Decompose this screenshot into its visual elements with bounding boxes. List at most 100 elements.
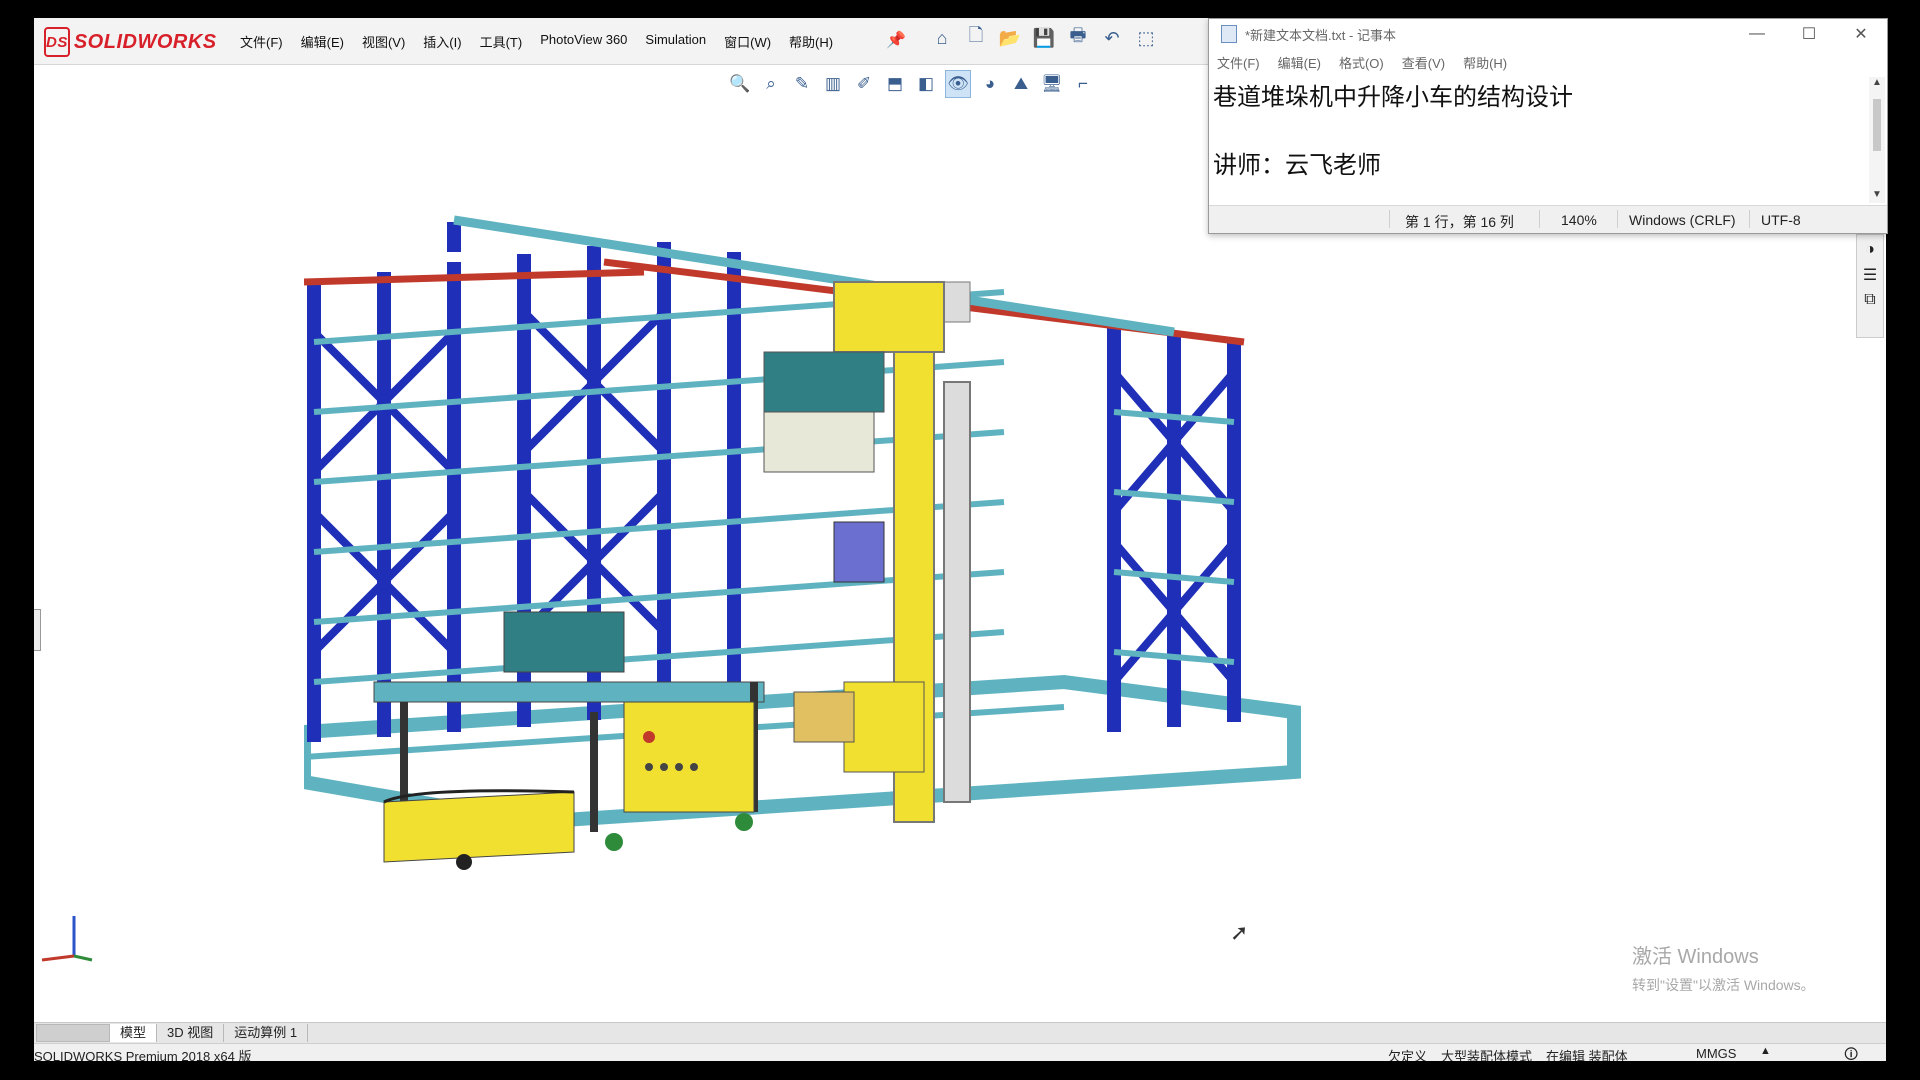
electrical-cabinet <box>623 701 755 813</box>
status-bar: SOLIDWORKS Premium 2018 x64 版 欠定义 大型装配体模… <box>34 1043 1886 1061</box>
notepad-menu: 文件(F) 编辑(E) 格式(O) 查看(V) 帮助(H) <box>1217 53 1507 72</box>
menu-edit[interactable]: 编辑(E) <box>301 32 344 51</box>
coordinate-triad-icon <box>41 916 93 962</box>
np-menu-help[interactable]: 帮助(H) <box>1463 53 1507 72</box>
notepad-app-icon <box>1221 25 1237 43</box>
mouse-cursor-icon: ➚ <box>1230 920 1249 945</box>
help-icon[interactable]: 🛈 <box>1844 1044 1858 1061</box>
zoom-area-icon[interactable]: ⌕ <box>759 71 783 97</box>
menu-simulation[interactable]: Simulation <box>645 32 706 51</box>
tab-3d-views[interactable]: 3D 视图 <box>157 1024 225 1042</box>
mast-guide <box>943 381 971 803</box>
cart-bin <box>503 611 625 673</box>
tab-model[interactable]: 模型 <box>110 1024 158 1042</box>
windows-activation-watermark: 激活 Windows 转到"设置"以激活 Windows。 <box>1632 940 1815 995</box>
np-menu-format[interactable]: 格式(O) <box>1339 53 1384 72</box>
dynamic-annotation-icon[interactable]: ✐ <box>852 71 876 97</box>
document-tabs: 模型 3D 视图 运动算例 1 <box>34 1022 1886 1043</box>
section-view-icon[interactable]: ▥ <box>821 71 845 97</box>
notepad-title: *新建文本文档.txt - 记事本 <box>1245 27 1396 43</box>
graphics-area[interactable]: ➚ 激活 Windows 转到"设置"以激活 Windows。 <box>34 104 1886 1032</box>
apply-scene-icon[interactable]: ⛰ <box>1009 71 1033 97</box>
unit-system[interactable]: MMGS <box>1696 1046 1736 1061</box>
solidworks-logo-text: SOLIDWORKS <box>73 30 217 53</box>
solidworks-logo[interactable]: DS SOLIDWORKS <box>44 26 216 58</box>
tab-motion-study[interactable]: 运动算例 1 <box>224 1024 309 1042</box>
agv-base <box>383 791 575 863</box>
menu-file[interactable]: 文件(F) <box>240 32 283 51</box>
tab-scroll-arrows[interactable] <box>36 1024 110 1042</box>
unit-dropdown-icon[interactable]: ▲ <box>1760 1045 1771 1057</box>
undo-icon[interactable]: ↶ <box>1100 26 1124 50</box>
standard-toolbar: ⌂ 🗋 📂 💾 🖶 ↶ ⬚ <box>930 25 1158 50</box>
notepad-window: *新建文本文档.txt - 记事本 — ☐ ✕ 文件(F) 编辑(E) 格式(O… <box>1208 18 1888 234</box>
ds-logo-mark: DS <box>44 27 70 57</box>
notepad-titlebar[interactable]: *新建文本文档.txt - 记事本 — ☐ ✕ <box>1209 19 1887 49</box>
control-panel <box>833 521 885 583</box>
menu-view[interactable]: 视图(V) <box>362 32 405 51</box>
solidworks-menu: 文件(F) 编辑(E) 视图(V) 插入(I) 工具(T) PhotoView … <box>240 32 833 51</box>
conveyor-frame <box>373 681 765 703</box>
np-menu-file[interactable]: 文件(F) <box>1217 53 1260 72</box>
status-separator <box>1749 210 1750 228</box>
notepad-text-area[interactable]: 巷道堆垛机中升降小车的结构设计 讲师：云飞老师 <box>1211 77 1861 203</box>
status-definition: 欠定义 <box>1388 1049 1428 1061</box>
menu-photoview[interactable]: PhotoView 360 <box>540 32 627 51</box>
minimize-button[interactable]: — <box>1731 19 1783 49</box>
pin-icon[interactable]: 📌 <box>886 30 906 50</box>
file-explorer-icon[interactable]: ☰ <box>1863 265 1877 285</box>
status-separator <box>1389 210 1390 228</box>
top-carriage <box>833 281 945 353</box>
display-pane-icon[interactable]: ⌐ <box>1071 71 1095 97</box>
status-items: 欠定义 大型装配体模式 在编辑 装配体 <box>1388 1046 1628 1061</box>
close-button[interactable]: ✕ <box>1835 19 1887 49</box>
task-pane: ◑ ☰ ⧉ <box>1856 234 1884 338</box>
view-settings-icon[interactable]: 🖥 <box>1040 71 1064 97</box>
cart-wheel <box>605 833 623 851</box>
cursor-position: 第 1 行，第 16 列 <box>1405 214 1514 230</box>
edit-appearance-icon[interactable]: ◕ <box>978 71 1002 97</box>
scroll-up-icon[interactable]: ▲ <box>1872 77 1882 88</box>
np-menu-view[interactable]: 查看(V) <box>1402 53 1445 72</box>
save-icon[interactable]: 💾 <box>1032 26 1056 50</box>
view-palette-icon[interactable]: ⧉ <box>1864 291 1875 309</box>
emergency-stop-button <box>643 731 655 743</box>
vertical-scrollbar[interactable]: ▲ ▼ <box>1869 77 1885 203</box>
maximize-button[interactable]: ☐ <box>1783 19 1835 49</box>
menu-tools[interactable]: 工具(T) <box>480 32 523 51</box>
window-controls: — ☐ ✕ <box>1731 19 1887 49</box>
view-orientation-icon[interactable]: ⬒ <box>883 71 907 97</box>
menu-help[interactable]: 帮助(H) <box>789 32 833 51</box>
encoding: UTF-8 <box>1761 212 1801 228</box>
menu-window[interactable]: 窗口(W) <box>724 32 771 51</box>
scroll-thumb[interactable] <box>1873 99 1881 151</box>
text-line-title: 巷道堆垛机中升降小车的结构设计 <box>1213 84 1573 111</box>
lift-car-box <box>763 351 885 413</box>
view-toolbar: 🔍 ⌕ ✎ ▥ ✐ ⬒ ◧ 👁 ◕ ⛰ 🖥 ⌐ <box>728 70 1095 98</box>
display-style-icon[interactable]: ◧ <box>914 71 938 97</box>
status-separator <box>1617 210 1618 228</box>
appearances-icon[interactable]: ◑ <box>1865 241 1875 259</box>
product-version: SOLIDWORKS Premium 2018 x64 版 <box>34 1049 252 1061</box>
scroll-down-icon[interactable]: ▼ <box>1872 189 1882 200</box>
agv-wheel <box>456 854 472 870</box>
np-menu-edit[interactable]: 编辑(E) <box>1278 53 1321 72</box>
drive-unit <box>793 691 855 743</box>
rack-uprights <box>307 222 1241 742</box>
print-icon[interactable]: 🖶 <box>1066 25 1090 50</box>
home-icon[interactable]: ⌂ <box>930 26 954 50</box>
stacker-crane-assembly-model[interactable] <box>304 212 1304 872</box>
feature-manager-flyout-tab[interactable] <box>34 609 41 651</box>
menu-insert[interactable]: 插入(I) <box>423 32 461 51</box>
mast-post <box>943 281 971 323</box>
notepad-status-bar: 第 1 行，第 16 列 140% Windows (CRLF) UTF-8 <box>1209 205 1887 233</box>
new-document-icon[interactable]: 🗋 <box>964 25 988 50</box>
zoom-to-fit-icon[interactable]: 🔍 <box>728 71 752 97</box>
text-line-lecturer: 讲师：云飞老师 <box>1213 152 1381 179</box>
open-icon[interactable]: 📂 <box>998 26 1022 50</box>
previous-view-icon[interactable]: ✎ <box>790 71 814 97</box>
status-large-assembly-mode: 大型装配体模式 <box>1441 1049 1533 1061</box>
hide-show-icon[interactable]: 👁 <box>945 70 971 98</box>
zoom-level: 140% <box>1561 212 1597 228</box>
select-icon[interactable]: ⬚ <box>1134 26 1158 50</box>
